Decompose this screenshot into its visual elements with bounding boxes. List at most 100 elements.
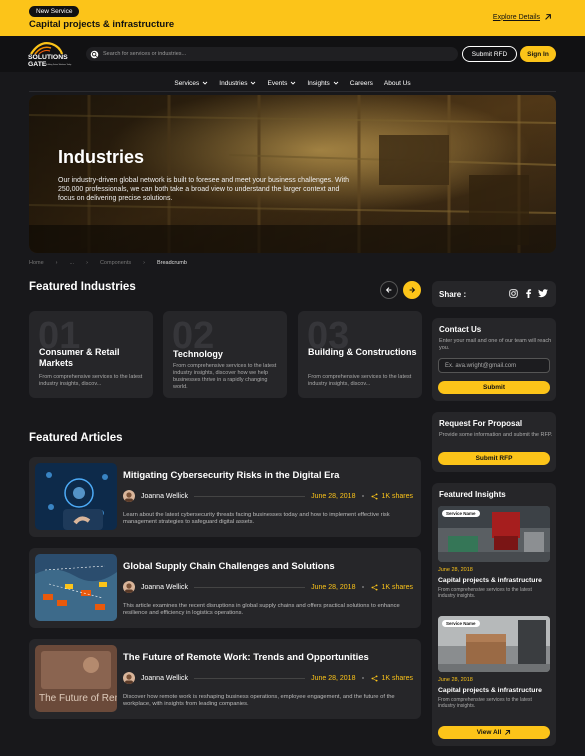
arrow-up-right-icon	[545, 14, 551, 20]
main-nav: Services Industries Events Insights Care…	[0, 76, 585, 90]
featured-industries-title: Featured Industries	[29, 281, 136, 293]
nav-item-services[interactable]: Services	[174, 76, 208, 90]
industry-description: From comprehensive services to the lates…	[308, 374, 412, 387]
breadcrumb-home[interactable]: Home	[29, 260, 44, 266]
nav-label: About Us	[383, 79, 411, 87]
breadcrumb-ellipsis[interactable]: ...	[70, 260, 75, 266]
insight-date: June 28, 2018	[438, 567, 473, 573]
hero-description: Our industry-driven global network is bu…	[58, 177, 350, 202]
contact-description: Enter your mail and one of our team will…	[439, 338, 552, 351]
share-icon	[371, 583, 378, 591]
logo-text-main2: GATE	[28, 61, 47, 68]
arrow-left-icon	[385, 287, 392, 293]
search-input[interactable]: Search for services or industries...	[103, 51, 186, 57]
meta-divider	[193, 495, 306, 497]
avatar	[123, 581, 135, 593]
arrow-up-right-icon	[505, 729, 511, 735]
article-meta: Joanna Wellick June 28, 2018 1K shares	[123, 672, 413, 684]
nav-item-insights[interactable]: Insights	[307, 76, 339, 90]
search-bar[interactable]: Search for services or industries...	[86, 47, 458, 61]
person-icon	[125, 492, 133, 502]
breadcrumb-separator: ›	[55, 260, 58, 266]
avatar	[123, 490, 135, 502]
article-card[interactable]: The Future of Remote Wor The Future of R…	[29, 639, 421, 719]
nav-item-industries[interactable]: Industries	[219, 76, 256, 90]
industry-name: Technology	[173, 349, 223, 359]
explore-details-label: Explore Details	[492, 13, 540, 21]
chevron-down-icon	[291, 81, 296, 85]
remote-work-image-text: The Future of Remote Wor	[39, 693, 117, 704]
insight-description: From comprehensive services to the lates…	[438, 587, 532, 599]
insights-title: Featured Insights	[439, 490, 506, 499]
instagram-icon[interactable]	[509, 289, 518, 298]
industry-card[interactable]: 01 Consumer & Retail Markets From compre…	[29, 311, 153, 398]
nav-label: Events	[267, 79, 288, 87]
article-date: June 28, 2018	[311, 583, 356, 591]
hero-banner: Industries Our industry-driven global ne…	[29, 95, 556, 253]
industry-name: Consumer & Retail Markets	[39, 347, 120, 368]
breadcrumb-components[interactable]: Components	[100, 260, 131, 266]
article-card[interactable]: Mitigating Cybersecurity Risks in the Di…	[29, 457, 421, 537]
search-icon	[90, 50, 99, 58]
share-count-label: 1K shares	[381, 492, 413, 500]
industry-card[interactable]: 02 Technology From comprehensive service…	[163, 311, 287, 398]
featured-articles-title: Featured Articles	[29, 432, 123, 444]
hero-background-image	[29, 95, 556, 253]
submit-button[interactable]: Submit	[438, 381, 550, 394]
article-card[interactable]: Global Supply Chain Challenges and Solut…	[29, 548, 421, 628]
service-name-badge: Service Name	[442, 620, 480, 627]
cybersecurity-image	[35, 463, 117, 530]
carousel-prev-button[interactable]	[380, 281, 398, 299]
insight-image: Service Name	[438, 506, 550, 562]
share-count-label: 1K shares	[381, 674, 413, 682]
meta-dot	[362, 677, 365, 679]
explore-details-link[interactable]: Explore Details	[493, 13, 552, 21]
nav-item-events[interactable]: Events	[267, 76, 296, 90]
share-count[interactable]: 1K shares	[371, 493, 413, 500]
nav-item-about-us[interactable]: About Us	[384, 76, 411, 90]
rfp-description: Provide some information and submit the …	[439, 432, 553, 438]
supply-chain-image	[35, 554, 117, 621]
share-count[interactable]: 1K shares	[371, 584, 413, 591]
carousel-next-button[interactable]	[403, 281, 421, 299]
insight-card[interactable]: Service Name June 28, 2018 Capital proje…	[438, 616, 550, 716]
rfp-title: Request For Proposal	[439, 419, 523, 428]
facebook-icon[interactable]	[524, 289, 533, 298]
chevron-down-icon	[202, 81, 208, 85]
share-panel: Share :	[432, 281, 556, 307]
person-icon	[125, 674, 133, 684]
email-field[interactable]: Ex. ava.wright@gmail.com	[438, 358, 550, 373]
new-service-tag: New Service	[29, 6, 80, 17]
article-description: This article examines the recent disrupt…	[123, 603, 400, 616]
person-icon	[125, 583, 133, 593]
article-date: June 28, 2018	[311, 492, 356, 500]
industry-name: Building & Constructions	[308, 347, 417, 357]
article-title: Mitigating Cybersecurity Risks in the Di…	[123, 470, 340, 481]
contact-title: Contact Us	[439, 325, 482, 334]
nav-item-careers[interactable]: Careers	[350, 76, 373, 90]
submit-rfp-button[interactable]: Submit RFP	[438, 452, 550, 465]
insight-title: Capital projects & infrastructure	[438, 577, 542, 584]
sign-in-button[interactable]: Sign In	[520, 46, 556, 62]
logo-text-main: SOLUTIONS	[28, 54, 68, 61]
submit-rfd-button[interactable]: Submit RFD	[462, 46, 517, 62]
share-count-label: 1K shares	[381, 583, 413, 591]
breadcrumb-current: Breadcrumb	[156, 260, 187, 266]
view-all-button[interactable]: View All	[438, 726, 550, 739]
article-thumbnail	[35, 463, 117, 530]
arrow-right-icon	[409, 287, 416, 293]
banner-title: Capital projects & infrastructure	[29, 19, 175, 30]
insight-title: Capital projects & infrastructure	[438, 687, 542, 694]
article-author: Joanna Wellick	[141, 674, 188, 682]
logo-arc-icon: SOLUTIONS GATE Building Future Solutions…	[28, 42, 71, 68]
insight-card[interactable]: Service Name June 28, 2018 Capital proje…	[438, 506, 550, 606]
hero-title: Industries	[58, 147, 145, 167]
industry-description: From comprehensive services to the lates…	[173, 363, 277, 390]
twitter-icon[interactable]	[538, 289, 548, 298]
share-count[interactable]: 1K shares	[371, 675, 413, 682]
chevron-down-icon	[333, 81, 339, 85]
industry-card[interactable]: 03 Building & Constructions From compreh…	[298, 311, 422, 398]
logo[interactable]: SOLUTIONS GATE Building Future Solutions…	[28, 40, 78, 68]
service-name-badge: Service Name	[442, 510, 480, 517]
article-title: Global Supply Chain Challenges and Solut…	[123, 561, 335, 572]
